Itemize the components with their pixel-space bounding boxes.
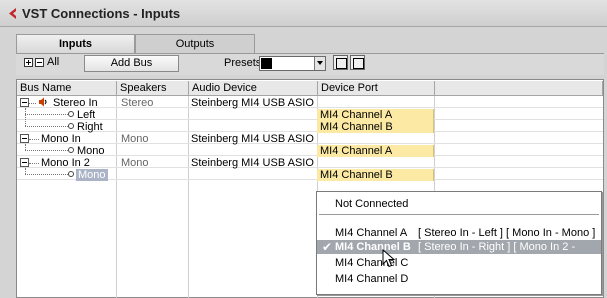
tab-outputs[interactable]: Outputs: [135, 34, 255, 53]
all-label: All: [47, 56, 60, 68]
table-row[interactable]: [17, 120, 603, 132]
menu-item-channel-c[interactable]: MI4 Channel C: [317, 256, 601, 270]
column-header-audio-device[interactable]: Audio Device: [189, 81, 318, 96]
device-port-cell[interactable]: MI4 Channel B: [317, 169, 434, 181]
channel-name: Right: [77, 121, 103, 133]
device-port-cell[interactable]: MI4 Channel A: [317, 145, 434, 157]
speakers-value: Stereo: [121, 97, 154, 109]
menu-separator: [319, 214, 599, 215]
collapse-all-icon[interactable]: [35, 58, 44, 67]
table-row[interactable]: [17, 144, 603, 156]
add-bus-button[interactable]: Add Bus: [84, 55, 179, 72]
chevron-down-icon[interactable]: [314, 57, 325, 70]
speaker-icon: [39, 97, 47, 107]
table-row[interactable]: [17, 108, 603, 120]
window-title: VST Connections - Inputs: [22, 6, 181, 21]
remove-preset-icon[interactable]: [350, 55, 365, 70]
mouse-pointer-icon: [382, 249, 396, 268]
column-header-bus-name[interactable]: Bus Name: [17, 81, 117, 96]
title-bar: VST Connections - Inputs: [0, 0, 607, 27]
audio-device-value: Steinberg MI4 USB ASIO drive: [191, 157, 316, 169]
store-preset-icon[interactable]: [333, 55, 348, 70]
presets-label: Presets: [224, 57, 262, 69]
column-header-device-port[interactable]: Device Port: [318, 81, 435, 96]
connector-icon: [68, 111, 74, 117]
connector-icon: [68, 147, 74, 153]
audio-device-value: Steinberg MI4 USB ASIO drive: [191, 133, 316, 145]
device-port-menu: Not Connected MI4 Channel A [ Stereo In …: [316, 191, 602, 295]
collapse-toggle-icon[interactable]: [20, 134, 29, 143]
bus-name: Mono In 2: [41, 157, 90, 169]
device-port-cell[interactable]: MI4 Channel B: [317, 121, 434, 133]
bus-name: Mono In: [41, 133, 81, 145]
collapse-toggle-icon[interactable]: [20, 158, 29, 167]
menu-item-channel-a[interactable]: MI4 Channel A [ Stereo In - Left ] [ Mon…: [317, 226, 601, 240]
collapse-toggle-icon[interactable]: [20, 98, 29, 107]
audio-device-value: Steinberg MI4 USB ASIO drive: [191, 97, 316, 109]
menu-item-channel-d[interactable]: MI4 Channel D: [317, 272, 601, 286]
channel-name: Mono: [77, 145, 105, 157]
speakers-value: Mono: [121, 157, 149, 169]
check-icon: ✔: [322, 240, 333, 254]
tab-inputs[interactable]: Inputs: [16, 34, 135, 53]
presets-dropdown[interactable]: [259, 56, 326, 71]
connector-icon: [68, 171, 74, 177]
presets-value: [261, 58, 272, 69]
channel-name: Left: [77, 109, 96, 121]
expand-all-icon[interactable]: [24, 58, 33, 67]
speakers-value: Mono: [121, 133, 149, 145]
menu-item-not-connected[interactable]: Not Connected: [317, 197, 601, 211]
device-port-cell[interactable]: MI4 Channel A: [317, 109, 434, 121]
menu-item-channel-b[interactable]: ✔ MI4 Channel B [ Stereo In - Right ] [ …: [317, 240, 601, 267]
column-header-empty: [435, 81, 603, 96]
channel-name-selected[interactable]: Mono: [76, 169, 108, 181]
steinberg-logo-icon: [9, 8, 16, 19]
bus-name: Stereo In: [53, 97, 98, 109]
connector-icon: [68, 123, 74, 129]
column-header-speakers[interactable]: Speakers: [117, 81, 189, 96]
